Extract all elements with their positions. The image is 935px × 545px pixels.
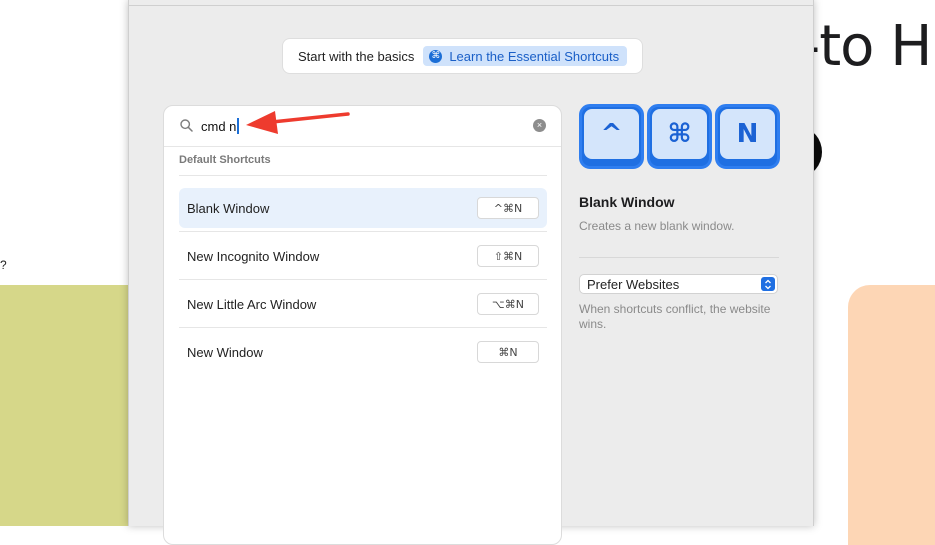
shortcut-name: New Incognito Window (187, 249, 320, 264)
command-icon: ⌘ (429, 49, 443, 63)
shortcut-row[interactable]: New Incognito Window ⇧⌘N (179, 236, 547, 276)
basics-text: Start with the basics (298, 48, 415, 64)
shortcut-keys-badge[interactable]: ^⌘N (477, 197, 539, 219)
shortcut-list-card: cmd n × Default Shortcuts Blank Window ^… (163, 105, 562, 545)
chevron-up-down-icon (761, 277, 775, 291)
shortcut-name: Blank Window (187, 201, 270, 216)
divider (179, 327, 547, 328)
shortcuts-panel: Start with the basics ⌘ Learn the Essent… (128, 0, 814, 545)
conflict-preference-select[interactable]: Prefer Websites (579, 274, 778, 294)
section-label: Default Shortcuts (179, 154, 271, 166)
shortcut-row[interactable]: Blank Window ^⌘N (179, 188, 547, 228)
panel-divider (129, 5, 813, 6)
text-cursor (237, 118, 239, 134)
shortcut-row[interactable]: New Window ⌘N (179, 332, 547, 372)
shortcut-name: New Little Arc Window (187, 297, 317, 312)
background-green-card (0, 285, 130, 526)
keycap-n: N (715, 104, 780, 169)
learn-shortcuts-button[interactable]: ⌘ Learn the Essential Shortcuts (423, 46, 628, 66)
background-peach-card (848, 285, 935, 545)
shortcut-keys-badge[interactable]: ⇧⌘N (477, 245, 539, 267)
conflict-preference-value: Prefer Websites (587, 277, 680, 292)
divider (179, 175, 547, 176)
basics-bar: Start with the basics ⌘ Learn the Essent… (283, 39, 643, 73)
shortcut-row[interactable]: New Little Arc Window ⌥⌘N (179, 284, 547, 324)
divider (179, 279, 547, 280)
shortcut-name: New Window (187, 345, 263, 360)
shortcut-detail-title: Blank Window (579, 194, 675, 210)
keycap-label: N (720, 109, 775, 159)
conflict-preference-note: When shortcuts conflict, the website win… (579, 302, 771, 331)
shortcut-keys-badge[interactable]: ⌥⌘N (477, 293, 539, 315)
keycap-control: ^ (579, 104, 644, 169)
learn-shortcuts-label: Learn the Essential Shortcuts (449, 48, 620, 64)
divider (164, 146, 561, 147)
divider (579, 257, 779, 258)
keycap-command: ⌘ (647, 104, 712, 169)
divider (179, 231, 547, 232)
search-input[interactable]: cmd n (201, 119, 236, 134)
shortcut-detail-description: Creates a new blank window. (579, 219, 735, 233)
search-bar[interactable]: cmd n × (164, 106, 561, 146)
background-text-fragment: ? (0, 258, 7, 272)
background-heading-fragment: -to Hu (800, 14, 935, 79)
clear-search-icon[interactable]: × (533, 119, 546, 132)
shortcut-keys-badge[interactable]: ⌘N (477, 341, 539, 363)
keycap-label: ⌘ (652, 109, 707, 159)
search-icon (180, 119, 193, 132)
keycap-label: ^ (584, 109, 639, 159)
